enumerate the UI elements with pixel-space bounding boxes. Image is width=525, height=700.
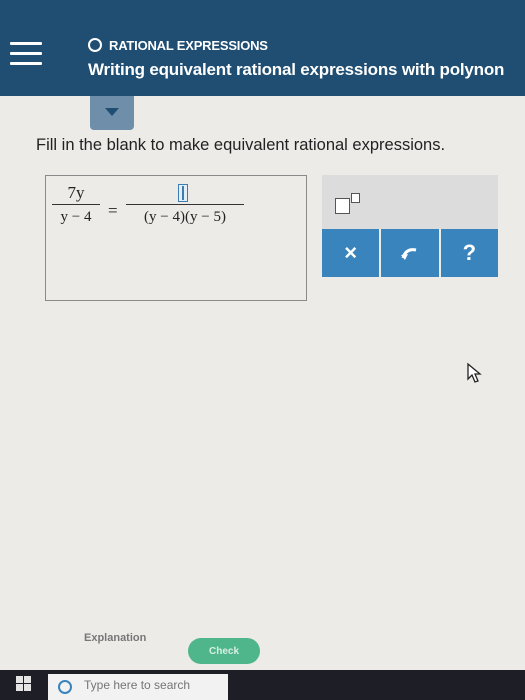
undo-icon <box>400 248 417 260</box>
left-denominator: y − 4 <box>60 209 92 225</box>
numerator-slot <box>126 182 244 204</box>
undo-button[interactable] <box>381 229 439 277</box>
check-button[interactable]: Check <box>188 638 260 664</box>
caret-down-icon <box>105 108 119 116</box>
help-button[interactable]: ? <box>440 229 498 277</box>
search-input[interactable] <box>84 676 224 694</box>
action-bar: × ? <box>322 229 498 277</box>
answer-input-box[interactable]: 7y y − 4 = (y − 4)(y − 5) <box>45 175 307 301</box>
left-numerator: 7y <box>67 183 85 202</box>
lesson-title: Writing equivalent rational expressions … <box>88 60 505 79</box>
explanation-button[interactable]: Explanation <box>84 632 146 644</box>
mouse-pointer-icon <box>467 362 482 383</box>
cortana-circle-icon <box>58 680 72 694</box>
clear-button[interactable]: × <box>322 229 380 277</box>
progress-circle-icon <box>88 38 102 52</box>
footer-bar <box>0 620 525 666</box>
topic-label: RATIONAL EXPRESSIONS <box>109 37 268 53</box>
question-instruction: Fill in the blank to make equivalent rat… <box>36 136 446 154</box>
topic-row: RATIONAL EXPRESSIONS <box>88 36 268 54</box>
blank-numerator-field[interactable] <box>178 184 188 202</box>
windows-start-icon[interactable] <box>16 676 32 692</box>
collapse-toggle-button[interactable] <box>90 96 134 130</box>
equals-sign: = <box>108 201 118 220</box>
left-fraction: 7y y − 4 <box>50 182 102 227</box>
header-bar: RATIONAL EXPRESSIONS Writing equivalent … <box>0 0 525 96</box>
exponent-template-icon[interactable] <box>335 193 360 214</box>
right-denominator: (y − 4)(y − 5) <box>144 209 226 225</box>
equation: 7y y − 4 = (y − 4)(y − 5) <box>50 182 300 242</box>
right-fraction: (y − 4)(y − 5) <box>126 182 244 227</box>
hamburger-menu-icon[interactable] <box>10 42 42 68</box>
